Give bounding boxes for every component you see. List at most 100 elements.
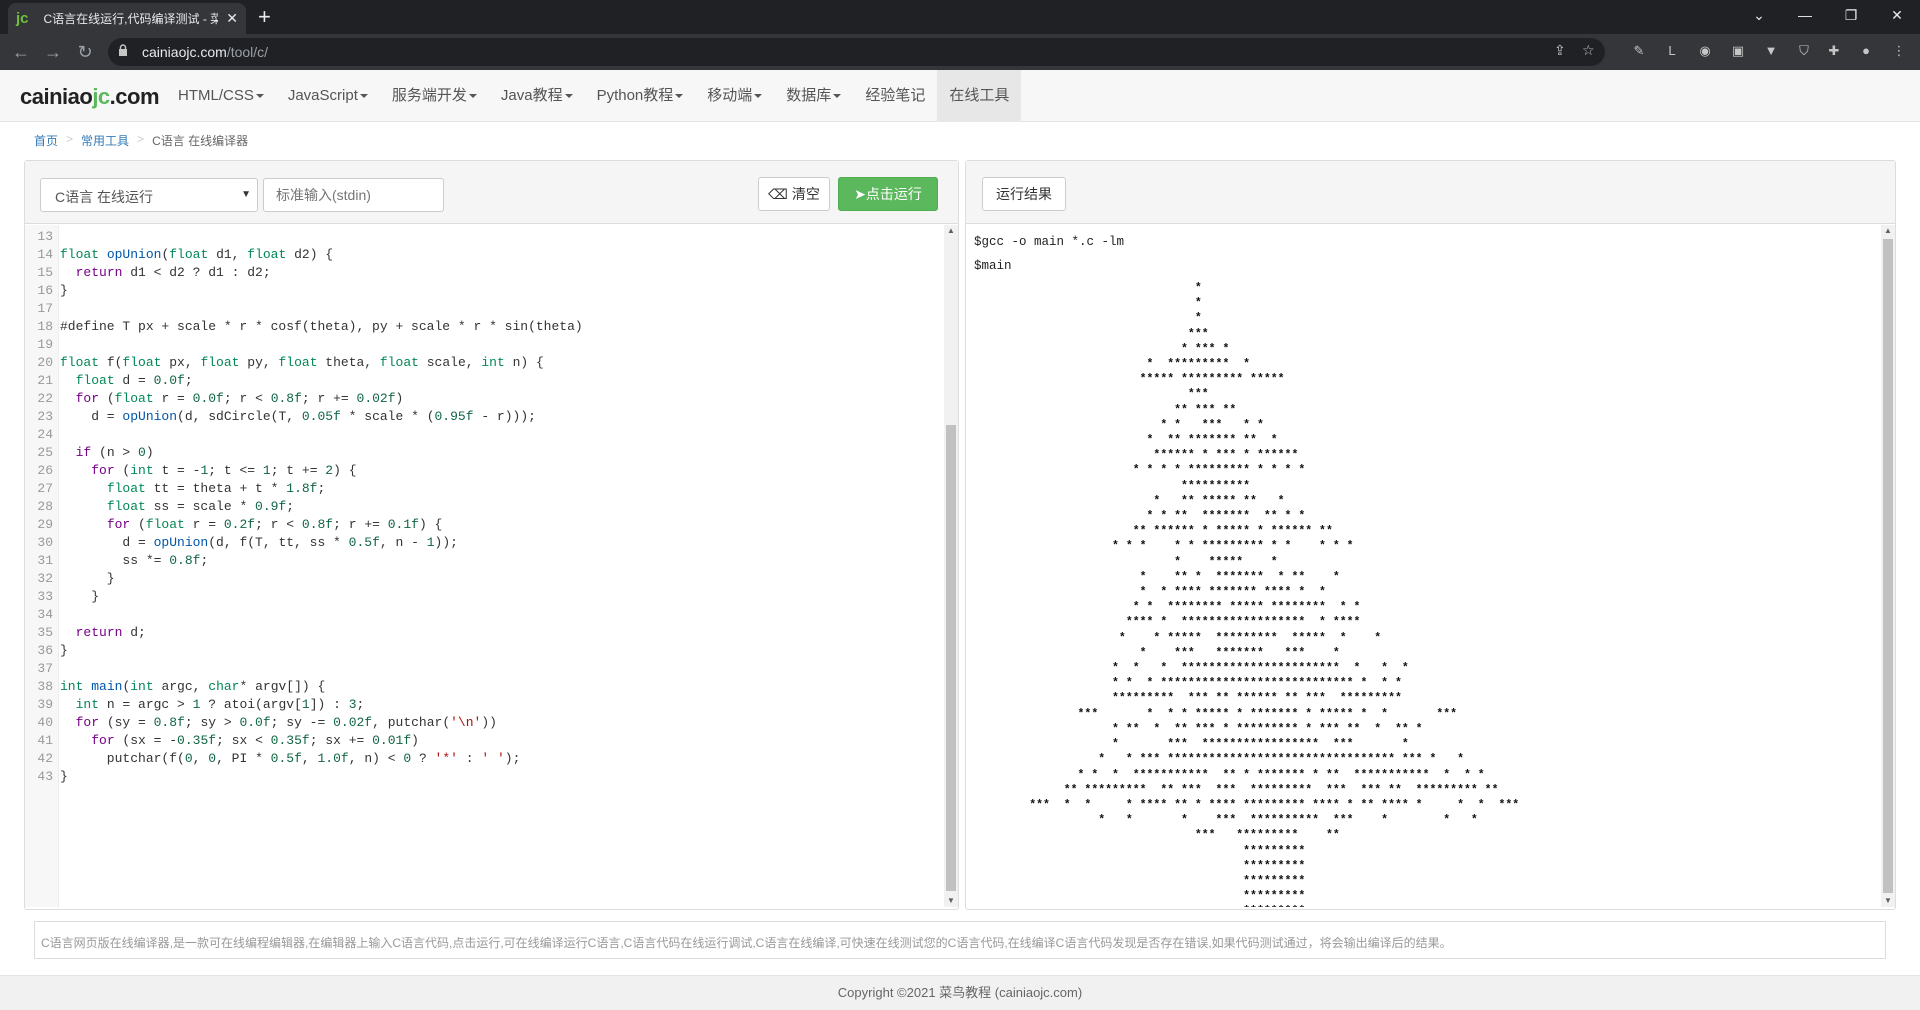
tab-search-icon[interactable]: ⌄ xyxy=(1736,0,1782,30)
result-toolbar: 运行结果 xyxy=(966,161,1895,224)
editor-panel: C语言 在线运行 ▼ ⌫ 清空 ➤点击运行 1314float opUnion(… xyxy=(24,160,959,910)
breadcrumb-separator: > xyxy=(66,132,74,146)
code-text: float opUnion(float d1, float d2) { xyxy=(60,247,334,262)
code-text: for (int t = -1; t <= 1; t += 2) { xyxy=(91,463,357,478)
tab-title: C语言在线运行,代码编译测试 - 菜 xyxy=(43,12,219,26)
result-button[interactable]: 运行结果 xyxy=(982,177,1066,211)
eraser-icon: ⌫ xyxy=(768,186,788,202)
nav-server-dev[interactable]: 服务端开发 xyxy=(380,70,489,122)
language-select[interactable]: C语言 在线运行 ▼ xyxy=(40,178,258,212)
nav-online-tools[interactable]: 在线工具 xyxy=(937,70,1022,122)
code-text: if (n > 0) xyxy=(75,445,154,460)
clear-button[interactable]: ⌫ 清空 xyxy=(758,177,830,211)
code-text: float tt = theta + t * 1.8f; xyxy=(106,481,326,496)
back-icon[interactable]: ← xyxy=(9,40,33,64)
output-scroll-thumb[interactable] xyxy=(1883,239,1893,893)
lock-icon xyxy=(119,44,127,56)
extension-shield-icon[interactable]: ⛉ xyxy=(1795,42,1813,60)
nav-python[interactable]: Python教程 xyxy=(585,70,696,122)
restore-icon[interactable]: ❐ xyxy=(1828,0,1874,30)
caret-down-icon xyxy=(675,94,684,99)
share-icon[interactable]: ⇪ xyxy=(1554,42,1566,59)
tool-description: C语言网页版在线编译器,是一款可在线编程编辑器,在编辑器上输入C语言代码,点击运… xyxy=(34,921,1886,959)
footer-copyright: Copyright ©2021 菜鸟教程 (cainiaojc.com) xyxy=(0,975,1920,1010)
code-text: for (float r = 0.2f; r < 0.8f; r += 0.1f… xyxy=(106,517,443,532)
address-bar[interactable]: cainiaojc.com/tool/c/ ⇪ ☆ xyxy=(108,38,1605,66)
code-text: } xyxy=(60,283,68,298)
site-header: cainiaojc.com HTML/CSS JavaScript 服务端开发 … xyxy=(0,70,1920,122)
menu-icon[interactable]: ⋮ xyxy=(1890,42,1908,60)
breadcrumb-separator: > xyxy=(137,132,145,146)
code-text: return d1 < d2 ? d1 : d2; xyxy=(75,265,271,280)
extension-v-icon[interactable]: ▼ xyxy=(1762,42,1780,60)
code-line[interactable]: 43} xyxy=(25,766,945,788)
editor-scrollbar[interactable]: ▲ ▼ xyxy=(944,225,958,907)
program-output: * * * *** * *** * * ********* * ***** **… xyxy=(1029,282,1520,907)
new-tab-icon[interactable]: + xyxy=(258,3,271,31)
extension-eyes-icon[interactable]: ◉ xyxy=(1696,42,1714,60)
code-text: int main(int argc, char* argv[]) { xyxy=(60,679,326,694)
run-command: $main xyxy=(974,259,1012,273)
code-text: putchar(f(0, 0, PI * 0.5f, 1.0f, n) < 0 … xyxy=(60,751,521,766)
nav-html-css[interactable]: HTML/CSS xyxy=(166,70,276,122)
nav-notes[interactable]: 经验笔记 xyxy=(853,70,937,122)
close-tab-icon[interactable]: ✕ xyxy=(226,10,238,27)
editor-scroll-thumb[interactable] xyxy=(946,425,956,891)
code-text: return d; xyxy=(75,625,146,640)
output-scrollbar[interactable]: ▲ ▼ xyxy=(1881,225,1895,907)
extension-pen-icon[interactable]: ✎ xyxy=(1630,42,1648,60)
line-number: 43 xyxy=(37,769,53,784)
result-output: $gcc -o main *.c -lm $main * * * *** * *… xyxy=(966,225,1895,907)
url-text: cainiaojc.com/tool/c/ xyxy=(142,44,269,60)
compile-command: $gcc -o main *.c -lm xyxy=(974,235,1125,249)
reload-icon[interactable]: ↻ xyxy=(73,40,97,64)
code-text: } xyxy=(60,589,100,604)
code-text: #define T px + scale * r * cosf(theta), … xyxy=(60,319,583,334)
code-text: ss *= 0.8f; xyxy=(60,553,209,568)
code-text: for (sy = 0.8f; sy > 0.0f; sy -= 0.02f, … xyxy=(75,715,497,730)
close-window-icon[interactable]: ✕ xyxy=(1874,0,1920,30)
code-text: } xyxy=(60,643,68,658)
editor-toolbar: C语言 在线运行 ▼ ⌫ 清空 ➤点击运行 xyxy=(25,161,958,224)
minimize-icon[interactable]: — xyxy=(1782,0,1828,30)
caret-down-icon xyxy=(564,94,573,99)
scroll-up-icon[interactable]: ▲ xyxy=(944,225,958,237)
caret-down-icon xyxy=(754,94,763,99)
site-favicon-icon: jc xyxy=(16,9,29,27)
caret-down-icon xyxy=(255,94,264,99)
breadcrumb-tools[interactable]: 常用工具 xyxy=(81,132,129,149)
code-text: } xyxy=(60,571,115,586)
breadcrumb-home[interactable]: 首页 xyxy=(34,132,58,149)
send-icon: ➤ xyxy=(854,186,866,202)
nav-database[interactable]: 数据库 xyxy=(774,70,853,122)
breadcrumb-current: C语言 在线编译器 xyxy=(152,134,249,148)
caret-down-icon xyxy=(833,94,842,99)
scroll-up-icon[interactable]: ▲ xyxy=(1881,225,1895,237)
run-button[interactable]: ➤点击运行 xyxy=(838,177,938,211)
caret-down-icon xyxy=(468,94,477,99)
browser-tab[interactable]: jc C语言在线运行,代码编译测试 - 菜 ✕ xyxy=(8,3,246,34)
nav-javascript[interactable]: JavaScript xyxy=(276,70,380,122)
star-icon[interactable]: ☆ xyxy=(1582,42,1595,59)
code-text: } xyxy=(60,769,68,784)
forward-icon[interactable]: → xyxy=(41,40,65,64)
profile-icon[interactable]: ● xyxy=(1857,42,1875,60)
browser-toolbar: ← → ↻ cainiaojc.com/tool/c/ ⇪ ☆ ✎ L ◉ ▣ … xyxy=(0,34,1920,70)
extension-icon[interactable]: ✚ xyxy=(1825,42,1843,60)
code-text: float f(float px, float py, float theta,… xyxy=(60,355,544,370)
caret-down-icon xyxy=(359,94,368,99)
chevron-down-icon: ▼ xyxy=(241,189,251,200)
extension-oo-icon[interactable]: ▣ xyxy=(1729,42,1747,60)
scroll-down-icon[interactable]: ▼ xyxy=(944,895,958,907)
stdin-input[interactable] xyxy=(263,178,444,212)
result-panel: 运行结果 $gcc -o main *.c -lm $main * * * **… xyxy=(965,160,1896,910)
site-logo[interactable]: cainiaojc.com xyxy=(20,84,160,110)
nav-java[interactable]: Java教程 xyxy=(489,70,585,122)
code-text: for (float r = 0.0f; r < 0.8f; r += 0.02… xyxy=(75,391,404,406)
scroll-down-icon[interactable]: ▼ xyxy=(1881,895,1895,907)
nav-mobile[interactable]: 移动端 xyxy=(695,70,774,122)
code-text: float d = 0.0f; xyxy=(75,373,193,388)
breadcrumb: 首页 > 常用工具 > C语言 在线编译器 xyxy=(34,132,248,149)
code-editor[interactable]: 13 14 float opUnion(float d1, float d2) {1… xyxy=(25,225,958,907)
extension-l-icon[interactable]: L xyxy=(1663,42,1681,60)
